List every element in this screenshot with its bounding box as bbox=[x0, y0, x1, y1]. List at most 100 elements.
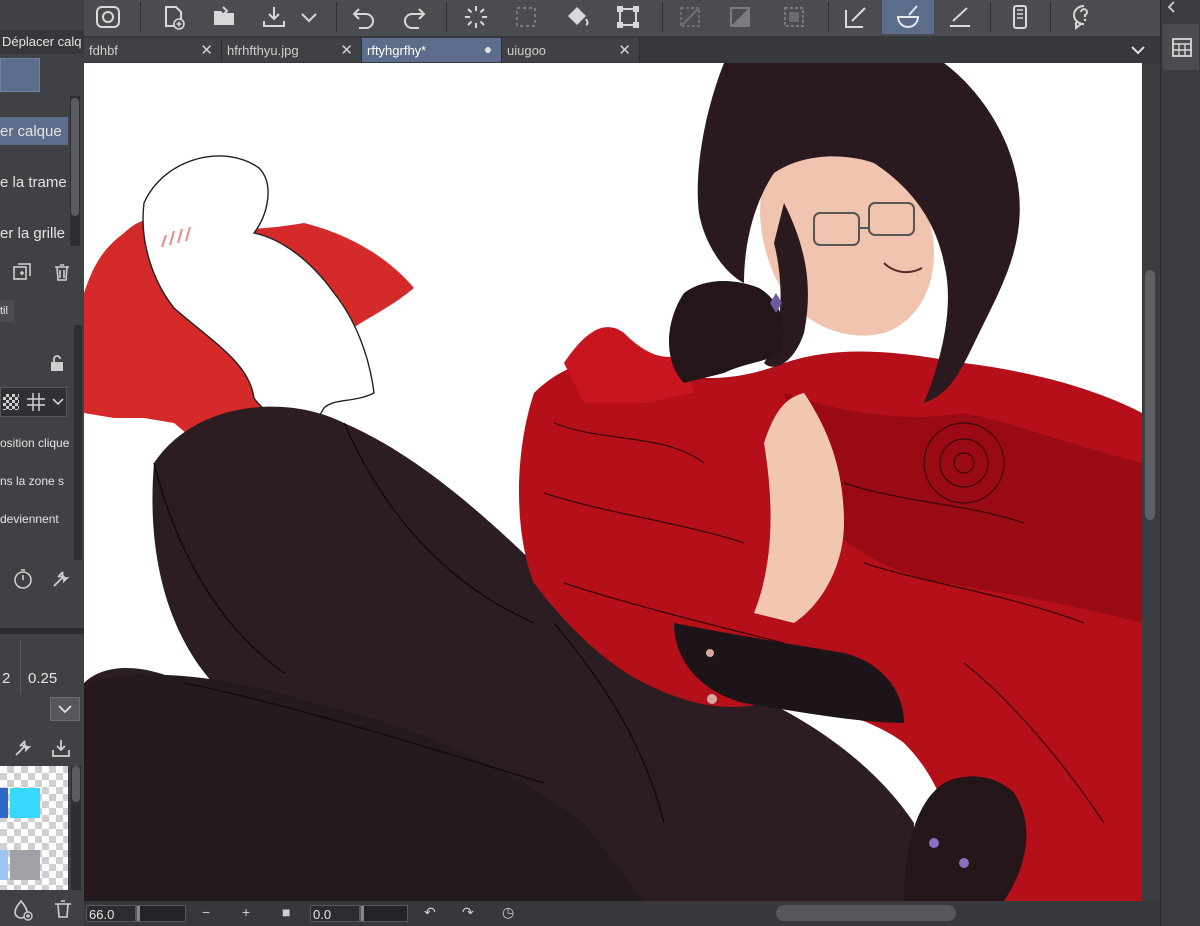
collapse-left-icon[interactable] bbox=[1165, 0, 1179, 14]
rotation-slider-knob[interactable] bbox=[361, 906, 364, 921]
add-layer-icon[interactable] bbox=[12, 262, 32, 282]
reset-rotation-icon[interactable]: ◷ bbox=[502, 904, 514, 921]
list-scroll-thumb[interactable] bbox=[71, 98, 79, 216]
panel-divider bbox=[0, 628, 84, 634]
trash-icon[interactable] bbox=[52, 262, 72, 282]
close-icon[interactable]: ✕ bbox=[618, 41, 631, 59]
checker-icon bbox=[3, 394, 19, 410]
rotate-right-icon[interactable]: ↷ bbox=[462, 904, 474, 921]
tab-rftyhgrfhy[interactable]: rftyhgrfhy* bbox=[362, 38, 502, 62]
close-icon[interactable]: ✕ bbox=[340, 41, 353, 59]
rotate-left-icon[interactable]: ↶ bbox=[424, 904, 436, 921]
toolbar-divider bbox=[446, 2, 447, 32]
document-tab-bar: fdhbf ✕ hfrhfthyu.jpg ✕ rftyhgrfhy* uiug… bbox=[84, 36, 1160, 63]
dropdown-chevron-icon[interactable] bbox=[294, 0, 324, 34]
number-cell[interactable]: 0.25 bbox=[22, 640, 68, 694]
zoom-input[interactable]: 66.0 bbox=[86, 905, 136, 922]
invert-selection-icon[interactable] bbox=[720, 0, 760, 34]
fill-bucket-icon[interactable] bbox=[558, 0, 598, 34]
zoom-slider[interactable] bbox=[136, 905, 186, 922]
unsaved-dot-icon[interactable] bbox=[485, 47, 491, 53]
crop-selection-icon[interactable] bbox=[774, 0, 814, 34]
save-icon[interactable] bbox=[254, 0, 294, 34]
scroll-thumb[interactable] bbox=[72, 766, 80, 802]
close-icon[interactable]: ✕ bbox=[200, 41, 213, 59]
panel-tab-label: til bbox=[0, 305, 8, 317]
undo-icon[interactable] bbox=[344, 0, 384, 34]
grid-option-box[interactable] bbox=[0, 387, 67, 417]
list-item-label: e la trame bbox=[0, 174, 67, 191]
list-item-label: er la grille bbox=[0, 225, 66, 242]
ruler-pen-icon[interactable] bbox=[836, 0, 876, 34]
rotation-input[interactable]: 0.0 bbox=[310, 905, 360, 922]
number-cell[interactable]: 2 bbox=[0, 640, 21, 694]
zoom-slider-knob[interactable] bbox=[137, 906, 140, 921]
tab-label: rftyhgrfhy* bbox=[367, 42, 427, 58]
color-swatch[interactable] bbox=[10, 788, 40, 818]
loading-spinner-icon[interactable] bbox=[456, 0, 496, 34]
rotation-value: 0.0 bbox=[313, 907, 332, 922]
drawing-canvas[interactable] bbox=[84, 63, 1142, 901]
list-item-tone[interactable]: e la trame bbox=[0, 168, 68, 196]
canvas-status-bar: 66.0 − + ■ 0.0 ↶ ↷ ◷ bbox=[84, 901, 1160, 926]
add-color-icon[interactable] bbox=[10, 898, 34, 922]
grid-icon bbox=[27, 393, 45, 411]
tab-label: hfrhfthyu.jpg bbox=[227, 42, 299, 58]
tab-hfrhfthyu[interactable]: hfrhfthyu.jpg ✕ bbox=[222, 38, 362, 62]
zoom-in-icon[interactable]: + bbox=[242, 904, 250, 920]
number-value: 2 bbox=[2, 670, 11, 687]
trash-icon[interactable] bbox=[52, 898, 74, 920]
option-text: osition clique bbox=[0, 436, 70, 450]
sub-tool-swatch[interactable] bbox=[0, 58, 40, 92]
smartphone-icon[interactable] bbox=[1000, 0, 1040, 34]
list-item-grid[interactable]: er la grille bbox=[0, 219, 68, 247]
clip-studio-logo-icon[interactable] bbox=[88, 0, 128, 34]
open-folder-icon[interactable] bbox=[204, 0, 244, 34]
toolbar-divider bbox=[336, 2, 337, 32]
list-item-label: er calque bbox=[0, 123, 62, 140]
color-panel-scrollbar[interactable] bbox=[71, 766, 81, 890]
color-set-swatches[interactable] bbox=[0, 766, 68, 890]
line-tool-icon[interactable] bbox=[940, 0, 980, 34]
fit-canvas-icon[interactable]: ■ bbox=[282, 904, 290, 920]
toolbar-divider bbox=[1050, 2, 1051, 32]
tab-label: uiugoo bbox=[507, 42, 547, 58]
list-scrollbar[interactable] bbox=[70, 96, 80, 246]
list-item-move-layer[interactable]: er calque bbox=[0, 117, 68, 145]
vertical-scroll-thumb[interactable] bbox=[1145, 270, 1155, 520]
tab-fdhbf[interactable]: fdhbf ✕ bbox=[84, 38, 222, 62]
import-icon[interactable] bbox=[50, 737, 72, 759]
lock-icon[interactable] bbox=[48, 354, 66, 372]
transform-icon[interactable] bbox=[608, 0, 648, 34]
wrench-icon[interactable] bbox=[12, 737, 34, 759]
number-value: 0.25 bbox=[28, 670, 58, 687]
zoom-out-icon[interactable]: − bbox=[202, 904, 210, 920]
rotation-slider[interactable] bbox=[360, 905, 408, 922]
brush-active-icon[interactable] bbox=[882, 0, 934, 34]
stopwatch-icon[interactable] bbox=[12, 568, 34, 590]
tab-uiugoo[interactable]: uiugoo ✕ bbox=[502, 38, 640, 62]
toolbar-divider bbox=[990, 2, 991, 32]
color-swatch[interactable] bbox=[0, 788, 8, 818]
panel-scrollbar[interactable] bbox=[74, 325, 82, 560]
tab-list-chevron-icon[interactable] bbox=[1128, 40, 1148, 60]
chevron-down-icon[interactable] bbox=[51, 394, 65, 408]
clear-selection-icon[interactable] bbox=[670, 0, 710, 34]
tab-label: fdhbf bbox=[89, 42, 118, 58]
toolbar-divider bbox=[140, 2, 141, 32]
illustration-artwork bbox=[84, 63, 1142, 901]
panel-tab[interactable]: til bbox=[0, 300, 14, 322]
color-swatch[interactable] bbox=[0, 850, 8, 880]
color-swatch[interactable] bbox=[10, 850, 40, 880]
help-icon[interactable] bbox=[1064, 0, 1104, 34]
expand-chevron-icon[interactable] bbox=[50, 697, 80, 721]
panel-toggle-button[interactable] bbox=[1163, 24, 1199, 70]
select-all-icon[interactable] bbox=[506, 0, 546, 34]
option-text: ns la zone s bbox=[0, 474, 65, 488]
redo-icon[interactable] bbox=[394, 0, 434, 34]
right-panel-strip bbox=[1160, 0, 1200, 926]
option-text: deviennent bbox=[0, 512, 59, 526]
horizontal-scroll-thumb[interactable] bbox=[776, 905, 956, 921]
wrench-icon[interactable] bbox=[50, 568, 72, 590]
new-canvas-icon[interactable] bbox=[154, 0, 194, 34]
